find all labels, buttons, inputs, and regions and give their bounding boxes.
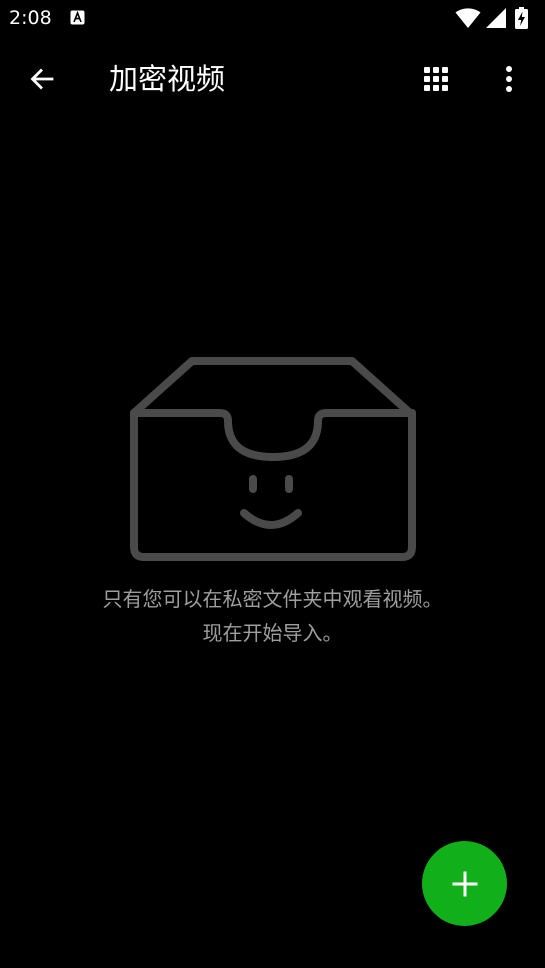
smiling-empty-box-icon bbox=[130, 357, 416, 561]
back-button[interactable] bbox=[20, 57, 64, 101]
empty-state-line-2: 现在开始导入。 bbox=[202, 621, 343, 645]
empty-state-line-1: 只有您可以在私密文件夹中观看视频。 bbox=[102, 587, 443, 611]
grid-view-button[interactable] bbox=[414, 57, 458, 101]
status-time: 2:08 bbox=[9, 7, 52, 29]
plus-icon bbox=[452, 871, 477, 896]
page-title: 加密视频 bbox=[109, 62, 226, 96]
toolbar: 加密视频 bbox=[0, 36, 545, 122]
status-icons bbox=[455, 7, 535, 29]
accessibility-a-icon bbox=[70, 10, 85, 25]
more-vert-icon bbox=[506, 66, 512, 92]
more-options-button[interactable] bbox=[487, 57, 531, 101]
wifi-icon bbox=[455, 8, 481, 28]
arrow-back-icon bbox=[30, 68, 54, 90]
status-bar: 2:08 bbox=[0, 0, 545, 36]
empty-state-message: 只有您可以在私密文件夹中观看视频。 现在开始导入。 bbox=[0, 582, 545, 650]
add-video-fab[interactable] bbox=[422, 841, 507, 926]
signal-icon bbox=[486, 8, 506, 28]
grid-view-icon bbox=[424, 67, 448, 91]
battery-charging-icon bbox=[515, 7, 528, 29]
